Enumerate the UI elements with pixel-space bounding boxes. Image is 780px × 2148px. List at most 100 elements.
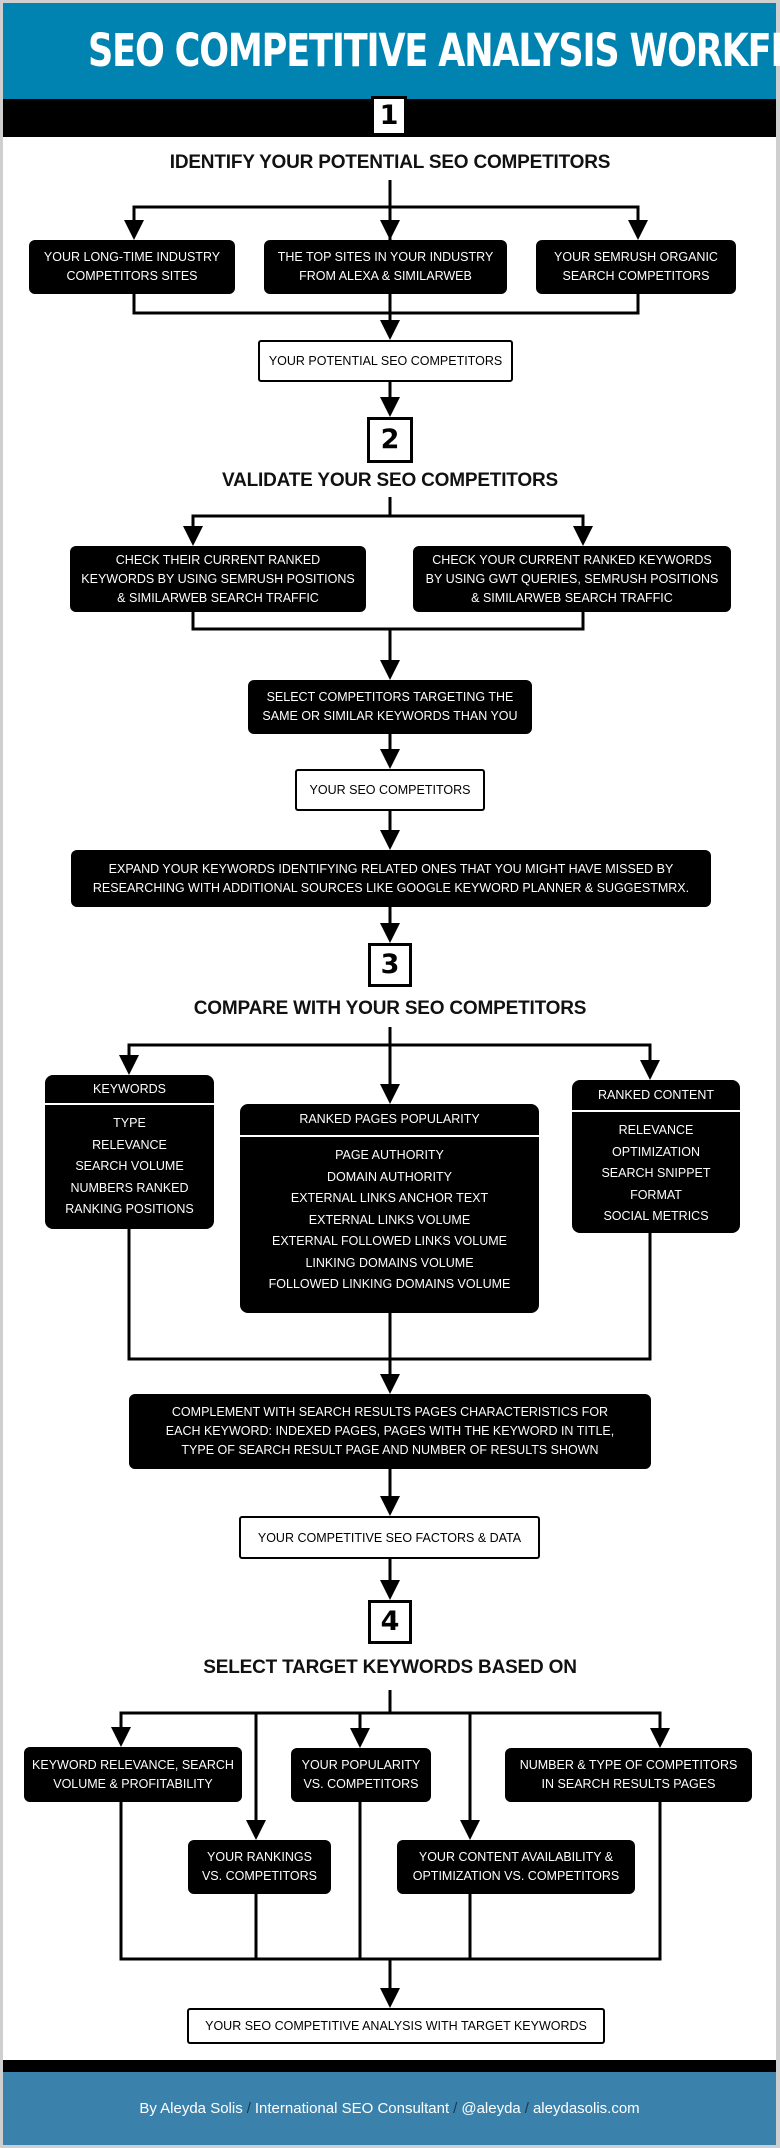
box-line: & SIMILARWEB SEARCH TRAFFIC: [117, 590, 319, 605]
card-item: SEARCH SNIPPET: [601, 1166, 711, 1180]
box-line: YOUR CONTENT AVAILABILITY &: [418, 1850, 614, 1864]
box-line: COMPLEMENT WITH SEARCH RESULTS PAGES CHA…: [171, 1405, 609, 1419]
card-item: EXTERNAL LINKS ANCHOR TEXT: [290, 1191, 489, 1205]
connector-line: [132, 205, 640, 222]
box-line: VS. COMPETITORS: [303, 1777, 419, 1791]
connector-line: [191, 514, 585, 528]
flow-connectors: [111, 180, 670, 2008]
card-items: RELEVANCE OPTIMIZATION SEARCH SNIPPET FO…: [572, 1112, 740, 1228]
source-semrush-competitors: YOUR SEMRUSH ORGANIC SEARCH COMPETITORS: [536, 240, 736, 294]
arrowhead-icon: [650, 1728, 670, 1748]
card-item: FOLLOWED LINKING DOMAINS VOLUME: [268, 1277, 511, 1291]
arrowhead-icon: [380, 397, 400, 417]
card-item: SOCIAL METRICS: [603, 1209, 709, 1223]
step-1-heading: IDENTIFY YOUR POTENTIAL SEO COMPETITORS: [169, 152, 611, 173]
arrowhead-icon: [380, 749, 400, 769]
card-item: OPTIMIZATION: [612, 1144, 700, 1159]
result-competitive-seo-factors: YOUR COMPETITIVE SEO FACTORS & DATA: [239, 1516, 540, 1559]
box-line: SAME OR SIMILAR KEYWORDS THAN YOU: [262, 709, 518, 723]
card-items: PAGE AUTHORITY DOMAIN AUTHORITY EXTERNAL…: [240, 1137, 539, 1296]
box-line: YOUR LONG-TIME INDUSTRY: [43, 250, 221, 264]
step-3-heading: COMPARE WITH YOUR SEO COMPETITORS: [193, 998, 587, 1019]
card-title: RANKED PAGES POPULARITY: [240, 1104, 539, 1137]
arrowhead-icon: [380, 220, 400, 240]
connector-line: [119, 1711, 662, 1730]
card-ranked-pages-popularity: RANKED PAGES POPULARITY PAGE AUTHORITY D…: [240, 1104, 539, 1313]
box-line: YOUR SEMRUSH ORGANIC: [554, 250, 718, 264]
box-line: SEARCH COMPETITORS: [562, 269, 710, 283]
step-1-badge: 1: [371, 96, 407, 136]
result-potential-competitors: YOUR POTENTIAL SEO COMPETITORS: [258, 340, 513, 382]
connector-line: [191, 612, 585, 631]
criterion-content-availability: YOUR CONTENT AVAILABILITY & OPTIMIZATION …: [397, 1840, 635, 1894]
step-2-heading: VALIDATE YOUR SEO COMPETITORS: [222, 470, 558, 491]
card-item: SEARCH VOLUME: [75, 1159, 184, 1173]
box-line: YOUR RANKINGS: [207, 1850, 312, 1864]
arrowhead-icon: [350, 1728, 370, 1748]
arrowhead-icon: [380, 923, 400, 943]
box-line: RESEARCHING WITH ADDITIONAL SOURCES LIKE…: [92, 880, 690, 895]
card-title: RANKED CONTENT: [572, 1080, 740, 1112]
box-line: CHECK YOUR CURRENT RANKED KEYWORDS: [432, 552, 712, 567]
arrowhead-icon: [380, 320, 400, 340]
arrowhead-icon: [573, 526, 593, 546]
arrowhead-icon: [111, 1727, 131, 1747]
card-item: RELEVANCE: [618, 1123, 694, 1137]
arrowhead-icon: [380, 1988, 400, 2008]
arrowhead-icon: [380, 660, 400, 680]
box-line: & SIMILARWEB SEARCH TRAFFIC: [471, 590, 673, 605]
card-item: NUMBERS RANKED: [70, 1180, 189, 1195]
box-line: VOLUME & PROFITABILITY: [53, 1776, 213, 1791]
arrowhead-icon: [460, 1820, 480, 1840]
arrowhead-icon: [119, 1055, 139, 1075]
source-industry-competitors: YOUR LONG-TIME INDUSTRY COMPETITORS SITES: [29, 240, 235, 294]
connector-line: [132, 294, 640, 315]
box-line: EACH KEYWORD: INDEXED PAGES, PAGES WITH …: [165, 1424, 615, 1438]
box-line: CHECK THEIR CURRENT RANKED: [115, 552, 321, 567]
card-item: EXTERNAL FOLLOWED LINKS VOLUME: [271, 1234, 507, 1248]
card-item: RANKING POSITIONS: [65, 1202, 194, 1216]
arrowhead-icon: [380, 1580, 400, 1600]
card-item: DOMAIN AUTHORITY: [326, 1169, 452, 1184]
box-line: COMPETITORS SITES: [66, 269, 198, 283]
arrowhead-icon: [640, 1060, 660, 1080]
check-their-keywords: CHECK THEIR CURRENT RANKED KEYWORDS BY US…: [70, 546, 366, 612]
arrowhead-icon: [246, 1820, 266, 1840]
card-items: TYPE RELEVANCE SEARCH VOLUME NUMBERS RAN…: [45, 1105, 214, 1221]
box-line: KEYWORD RELEVANCE, SEARCH: [32, 1757, 234, 1772]
result-analysis-with-target-keywords: YOUR SEO COMPETITIVE ANALYSIS WITH TARGE…: [187, 2008, 605, 2044]
box-line: VS. COMPETITORS: [201, 1869, 318, 1883]
card-item: LINKING DOMAINS VOLUME: [305, 1255, 474, 1270]
step-2-badge: 2: [367, 417, 413, 463]
arrowhead-icon: [380, 1374, 400, 1394]
card-title: KEYWORDS: [45, 1075, 214, 1105]
arrowhead-icon: [380, 1084, 400, 1104]
arrowhead-icon: [183, 526, 203, 546]
box-line: FROM ALEXA & SIMILARWEB: [299, 269, 472, 283]
box-line: NUMBER & TYPE OF COMPETITORS: [519, 1758, 738, 1772]
box-line: OPTIMIZATION VS. COMPETITORS: [412, 1869, 620, 1883]
box-line: THE TOP SITES IN YOUR INDUSTRY: [277, 250, 494, 264]
card-keywords: KEYWORDS TYPE RELEVANCE SEARCH VOLUME NU…: [45, 1075, 214, 1229]
select-competitors: SELECT COMPETITORS TARGETING THE SAME OR …: [248, 680, 532, 734]
source-top-sites: THE TOP SITES IN YOUR INDUSTRY FROM ALEXA…: [264, 240, 507, 294]
result-seo-competitors: YOUR SEO COMPETITORS: [295, 769, 485, 811]
step-3-badge: 3: [368, 943, 412, 987]
box-line: EXPAND YOUR KEYWORDS IDENTIFYING RELATED…: [108, 861, 674, 876]
card-item: RELEVANCE: [92, 1137, 167, 1152]
criterion-your-popularity: YOUR POPULARITY VS. COMPETITORS: [291, 1748, 431, 1802]
card-item: EXTERNAL LINKS VOLUME: [308, 1212, 471, 1227]
arrowhead-icon: [380, 1496, 400, 1516]
step-4-heading: SELECT TARGET KEYWORDS BASED ON: [203, 1657, 577, 1678]
step-4-badge: 4: [368, 1600, 412, 1644]
criterion-competitors-in-serp: NUMBER & TYPE OF COMPETITORS IN SEARCH RE…: [505, 1748, 752, 1802]
card-item: PAGE AUTHORITY: [335, 1148, 444, 1162]
arrowhead-icon: [628, 220, 648, 240]
box-line: KEYWORDS BY USING SEMRUSH POSITIONS: [81, 571, 355, 586]
box-line: BY USING GWT QUERIES, SEMRUSH POSITIONS: [425, 571, 719, 586]
check-your-keywords: CHECK YOUR CURRENT RANKED KEYWORDS BY USI…: [413, 546, 731, 612]
box-line: TYPE OF SEARCH RESULT PAGE AND NUMBER OF…: [181, 1443, 599, 1457]
box-line: YOUR POPULARITY: [301, 1758, 421, 1772]
card-item: FORMAT: [630, 1187, 682, 1202]
card-item: TYPE: [113, 1116, 146, 1130]
